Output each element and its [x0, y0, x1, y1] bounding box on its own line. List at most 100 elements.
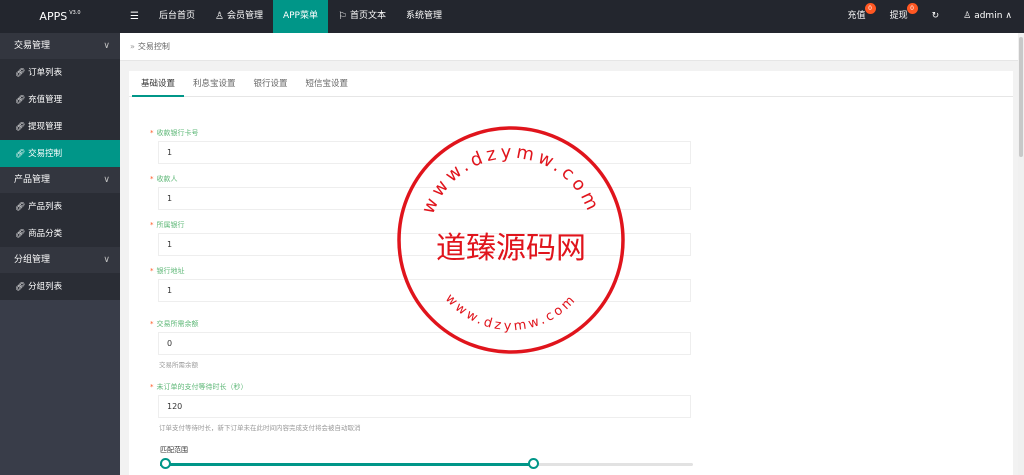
main-content: » 交易控制 基础设置 利息宝设置 银行设置 短信宝设置 * 收款银行卡号 1 * 收… [120, 33, 1024, 475]
user-name: admin [974, 11, 1003, 21]
bank-address-input[interactable]: 1 [158, 279, 691, 302]
sidebar-group-label: 交易管理 [14, 41, 51, 51]
slider-handle-min[interactable] [159, 458, 171, 469]
required-mark: * [150, 320, 154, 328]
nav-label: 系统管理 [405, 11, 442, 21]
field-label-text: 未订单的支付等待时长（秒） [156, 383, 248, 391]
field-label-text: 所属银行 [156, 221, 185, 229]
pay-timeout-input[interactable]: 120 [158, 395, 691, 418]
card-number-input[interactable]: 1 [158, 141, 691, 164]
sidebar-item-orders[interactable]: 🔗︎ 订单列表 [0, 59, 120, 86]
payee-input[interactable]: 1 [158, 187, 691, 210]
link-icon: 🔗︎ [15, 68, 26, 77]
settings-tabs: 基础设置 利息宝设置 银行设置 短信宝设置 [129, 71, 1013, 97]
tab-bank[interactable]: 银行设置 [245, 71, 297, 97]
sidebar-group-groups[interactable]: 分组管理 ∨ [0, 247, 120, 273]
slider-fill [160, 463, 534, 466]
nav-label: 后台首页 [158, 11, 195, 21]
form-field-min-balance: * 交易所需余额 0 交易所需余额 [150, 319, 695, 369]
sidebar-group-products[interactable]: 产品管理 ∨ [0, 167, 120, 193]
flag-icon: ⚐ [337, 11, 347, 22]
breadcrumb-separator: » [130, 42, 135, 51]
nav-app-menu[interactable]: APP菜单 [272, 0, 328, 33]
user-menu[interactable]: ♙ admin ∧ [951, 0, 1024, 33]
tab-interest[interactable]: 利息宝设置 [184, 71, 245, 97]
withdraw-link[interactable]: 提现 0 [878, 0, 920, 33]
sidebar-item-label: 订单列表 [28, 68, 63, 78]
refresh-button[interactable]: ↻ [920, 0, 952, 33]
withdraw-label: 提现 [889, 11, 908, 21]
sidebar-item-group-list[interactable]: 🔗︎ 分组列表 [0, 273, 120, 300]
nav-members[interactable]: ♙ 会员管理 [205, 0, 273, 33]
breadcrumb-current[interactable]: 交易控制 [138, 42, 170, 51]
form-field-bank: * 所属银行 1 [150, 220, 695, 256]
tab-sms[interactable]: 短信宝设置 [297, 71, 358, 97]
field-label-text: 收款银行卡号 [156, 129, 199, 137]
link-icon: 🔗︎ [15, 149, 26, 158]
right-nav: 充值 0 提现 0 ↻ ♙ admin ∧ [836, 0, 1024, 33]
app-logo[interactable]: APPS V3.0 [0, 0, 120, 33]
nav-system[interactable]: 系统管理 [396, 0, 452, 33]
nav-dashboard[interactable]: 后台首页 [149, 0, 205, 33]
user-icon: ♙ [214, 11, 224, 22]
sidebar: 交易管理 ∨ 🔗︎ 订单列表 🔗︎ 充值管理 🔗︎ 提现管理 🔗︎ 交易控制 产品管理 ∨ … [0, 33, 120, 475]
nav-label: 会员管理 [226, 11, 263, 21]
range-label: 匹配范围 [160, 446, 188, 454]
sidebar-item-label: 交易控制 [28, 149, 63, 159]
field-hint: 交易所需余额 [159, 361, 198, 369]
field-label: * 未订单的支付等待时长（秒） [150, 382, 695, 391]
link-icon: 🔗︎ [15, 95, 26, 104]
sidebar-item-label: 充值管理 [28, 95, 63, 105]
link-icon: 🔗︎ [15, 202, 26, 211]
sidebar-item-recharge[interactable]: 🔗︎ 充值管理 [0, 86, 120, 113]
bank-input[interactable]: 1 [158, 233, 691, 256]
required-mark: * [150, 267, 154, 275]
tab-basic[interactable]: 基础设置 [132, 71, 185, 97]
top-bar: APPS V3.0 ☰ 后台首页 ♙ 会员管理 APP菜单 ⚐ 首页文本 系统管理 充… [0, 0, 1024, 33]
required-mark: * [150, 383, 154, 391]
field-label: * 所属银行 [150, 220, 695, 229]
field-label-text: 交易所需余额 [156, 320, 199, 328]
form-field-pay-timeout: * 未订单的支付等待时长（秒） 120 订单支付等待时长，新下订单未在此时间内容完… [150, 382, 695, 432]
chevron-down-icon: ∨ [103, 175, 110, 185]
recharge-badge: 0 [864, 3, 876, 14]
required-mark: * [150, 129, 154, 137]
recharge-link[interactable]: 充值 0 [836, 0, 878, 33]
sidebar-item-product-list[interactable]: 🔗︎ 产品列表 [0, 193, 120, 220]
chevron-up-icon: ∧ [1005, 11, 1012, 21]
sidebar-item-categories[interactable]: 🔗︎ 商品分类 [0, 220, 120, 247]
link-icon: 🔗︎ [15, 122, 26, 131]
app-version: V3.0 [69, 10, 81, 16]
sidebar-group-label: 产品管理 [14, 175, 51, 185]
required-mark: * [150, 175, 154, 183]
settings-card: 基础设置 利息宝设置 银行设置 短信宝设置 * 收款银行卡号 1 * 收款人 1 *… [129, 71, 1013, 475]
nav-home-text[interactable]: ⚐ 首页文本 [328, 0, 396, 33]
sidebar-item-label: 商品分类 [28, 229, 63, 239]
recharge-label: 充值 [847, 11, 866, 21]
refresh-icon: ↻ [931, 11, 940, 21]
match-range-slider[interactable] [159, 458, 693, 469]
form-field-card-number: * 收款银行卡号 1 [150, 128, 695, 164]
required-mark: * [150, 221, 154, 229]
scrollbar-thumb[interactable] [1019, 37, 1023, 157]
sidebar-group-label: 分组管理 [14, 255, 51, 265]
field-label-text: 收款人 [156, 175, 178, 183]
chevron-down-icon: ∨ [103, 255, 110, 265]
sidebar-item-trade-control[interactable]: 🔗︎ 交易控制 [0, 140, 120, 167]
sidebar-item-label: 分组列表 [28, 282, 63, 292]
menu-icon: ☰ [130, 11, 139, 22]
sidebar-item-withdraw[interactable]: 🔗︎ 提现管理 [0, 113, 120, 140]
sidebar-group-trade[interactable]: 交易管理 ∨ [0, 33, 120, 59]
link-icon: 🔗︎ [15, 282, 26, 291]
min-balance-input[interactable]: 0 [158, 332, 691, 355]
form-field-payee: * 收款人 1 [150, 174, 695, 210]
nav-menu-toggle[interactable]: ☰ [120, 0, 149, 33]
nav-label: APP菜单 [282, 11, 318, 21]
link-icon: 🔗︎ [15, 229, 26, 238]
field-label: * 收款银行卡号 [150, 128, 695, 137]
page-scrollbar[interactable] [1018, 33, 1024, 475]
app-title: APPS [39, 10, 68, 23]
slider-handle-max[interactable] [527, 458, 539, 469]
sidebar-item-label: 产品列表 [28, 202, 63, 212]
field-label: * 交易所需余额 [150, 319, 695, 328]
